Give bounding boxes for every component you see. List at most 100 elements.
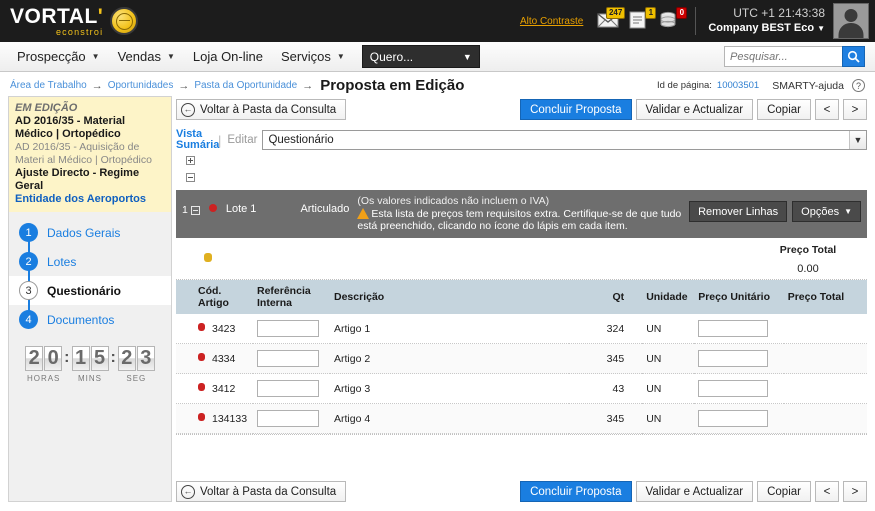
high-contrast-link[interactable]: Alto Contraste [520, 16, 583, 27]
cell-unidade: UN [642, 403, 695, 434]
nav-item-vendas[interactable]: Vendas ▼ [109, 42, 184, 72]
cell-unidade: UN [642, 343, 695, 374]
proposal-entity[interactable]: Entidade dos Aeroportos [15, 193, 165, 206]
cell-referencia-interna [253, 373, 330, 404]
header-divider [695, 7, 697, 35]
cell-qt: 324 [569, 314, 643, 344]
table-bottom-rule [176, 434, 867, 435]
opcoes-button[interactable]: Opções ▼ [792, 201, 861, 222]
section-select[interactable]: Questionário ▼ [262, 130, 867, 150]
referencia-interna-input[interactable] [257, 410, 319, 427]
expand-all-icon[interactable] [186, 156, 195, 165]
avatar[interactable] [833, 3, 869, 39]
table-row: 3423 Artigo 1 324 UN [176, 314, 867, 344]
breadcrumb: Área de Trabalho → Oportunidades → Pasta… [0, 72, 875, 99]
search-button[interactable] [842, 46, 865, 67]
nav-item-prospeccao[interactable]: Prospecção ▼ [8, 42, 109, 72]
concluir-proposta-button[interactable]: Concluir Proposta [520, 99, 632, 120]
breadcrumb-arrow-icon: → [178, 79, 190, 92]
col-qt: Qt [569, 280, 643, 314]
cell-cod-artigo: 4334 [176, 343, 253, 374]
timer-secs-label: SEG [126, 374, 147, 383]
cell-descricao: Artigo 3 [330, 373, 570, 404]
timer-hours-digit2: 0 [44, 346, 63, 371]
validar-actualizar-button-bottom[interactable]: Validar e Actualizar [635, 481, 754, 502]
referencia-interna-input[interactable] [257, 380, 319, 397]
next-button[interactable]: > [843, 99, 867, 120]
quero-dropdown[interactable]: Quero... ▼ [361, 45, 480, 68]
cell-descricao: Artigo 2 [330, 343, 570, 374]
chevron-down-icon: ▼ [817, 24, 825, 33]
preco-unitario-input[interactable] [698, 320, 769, 337]
collapse-all-icon[interactable] [186, 173, 195, 182]
lote-total-block: Preço Total 0.00 [749, 244, 867, 275]
preco-unitario-input[interactable] [698, 350, 769, 367]
search-input[interactable] [724, 46, 842, 67]
copiar-button[interactable]: Copiar [757, 99, 811, 120]
cell-descricao: Artigo 1 [330, 314, 570, 344]
page-meta-group: Id de página: 10003501 SMARTY-ajuda ? [657, 79, 875, 92]
breadcrumb-item-oportunidades[interactable]: Oportunidades [108, 80, 174, 91]
user-info-block: UTC +1 21:43:38 Company BEST Eco ▼ [708, 6, 825, 36]
nav-item-servicos[interactable]: Serviços ▼ [272, 42, 354, 72]
preco-unitario-input[interactable] [698, 410, 769, 427]
copiar-button-bottom[interactable]: Copiar [757, 481, 811, 502]
proposal-title: AD 2016/35 - Material Médico | Ortopédic… [15, 115, 126, 140]
back-button-label: Voltar à Pasta da Consulta [200, 103, 337, 116]
cell-cod-artigo: 134133 [176, 403, 253, 434]
vortal-logo[interactable]: VORTAL' econstroi [0, 6, 139, 37]
cell-preco-unitario [694, 373, 784, 404]
company-selector[interactable]: Company BEST Eco ▼ [708, 21, 825, 36]
document-icon[interactable]: 1 [628, 7, 657, 31]
smarty-help-link[interactable]: SMARTY-ajuda [772, 80, 844, 92]
database-icon[interactable]: 0 [659, 7, 688, 31]
row-status-dot [198, 322, 205, 331]
timer-secs-digit2: 3 [136, 346, 155, 371]
row-status-dot [198, 382, 205, 391]
collapse-icon[interactable] [190, 205, 200, 215]
validar-actualizar-button[interactable]: Validar e Actualizar [635, 99, 754, 120]
remover-linhas-button[interactable]: Remover Linhas [689, 201, 788, 222]
back-to-folder-button[interactable]: ← Voltar à Pasta da Consulta [176, 99, 347, 120]
vista-sumaria-link[interactable]: Vista Sumária [176, 129, 219, 151]
cell-qt: 345 [569, 403, 643, 434]
breadcrumb-item-pasta-oportunidade[interactable]: Pasta da Oportunidade [194, 80, 297, 91]
lote-articulado-label: Articulado [300, 203, 350, 215]
back-button-label: Voltar à Pasta da Consulta [200, 485, 337, 498]
mail-icon[interactable]: 247 [597, 7, 626, 31]
col-referencia-interna: Referência Interna [253, 280, 330, 314]
page-id-value[interactable]: 10003501 [717, 80, 759, 91]
search-icon [847, 50, 860, 63]
step-number: 3 [19, 281, 38, 300]
help-icon[interactable]: ? [852, 79, 865, 92]
preco-unitario-input[interactable] [698, 380, 769, 397]
warning-icon [357, 208, 370, 219]
sidebar-step-lotes[interactable]: 2 Lotes [9, 247, 171, 276]
cell-preco-unitario [694, 343, 784, 374]
previous-button-bottom[interactable]: < [815, 481, 839, 502]
referencia-interna-input[interactable] [257, 320, 319, 337]
nav-item-loja-online[interactable]: Loja On-line [184, 42, 272, 72]
bottom-toolbar: ← Voltar à Pasta da Consulta Concluir Pr… [176, 481, 867, 502]
breadcrumb-item-area-trabalho[interactable]: Área de Trabalho [10, 80, 87, 91]
main-content: ← Voltar à Pasta da Consulta Concluir Pr… [176, 96, 867, 502]
lote-total-strip: Preço Total 0.00 [176, 238, 867, 280]
logo-sub-text: econstroi [55, 26, 104, 37]
col-preco-unitario: Preço Unitário [694, 280, 784, 314]
sidebar-step-questionario[interactable]: 3 Questionário [9, 276, 171, 305]
table-row: 134133 Artigo 4 345 UN [176, 403, 867, 434]
referencia-interna-input[interactable] [257, 350, 319, 367]
concluir-proposta-button-bottom[interactable]: Concluir Proposta [520, 481, 632, 502]
timer-hours-label: HORAS [26, 374, 61, 383]
items-table-body: 3423 Artigo 1 324 UN 4334 Artigo 2 345 U… [176, 314, 867, 434]
previous-button[interactable]: < [815, 99, 839, 120]
cell-cod-artigo: 3412 [176, 373, 253, 404]
sidebar-step-dados-gerais[interactable]: 1 Dados Gerais [9, 218, 171, 247]
sidebar-step-documentos[interactable]: 4 Documentos [9, 305, 171, 334]
next-button-bottom[interactable]: > [843, 481, 867, 502]
cell-referencia-interna [253, 403, 330, 434]
logo-text: VORTAL' econstroi [10, 6, 103, 37]
step-label: Documentos [47, 312, 115, 327]
editar-label: Editar [227, 134, 258, 146]
back-to-folder-button-bottom[interactable]: ← Voltar à Pasta da Consulta [176, 481, 347, 502]
